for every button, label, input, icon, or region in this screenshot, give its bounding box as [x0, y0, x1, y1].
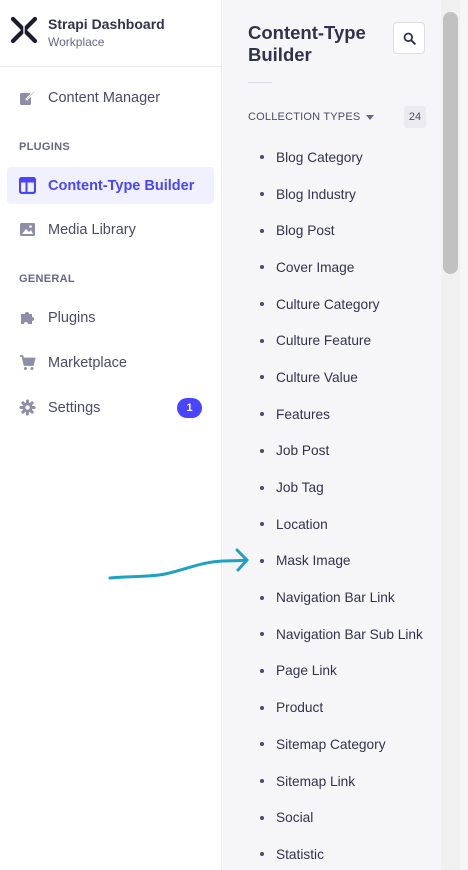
- collection-type-item[interactable]: Features: [260, 396, 440, 433]
- main-navigation: Strapi Dashboard Workplace Content Manag…: [0, 0, 222, 870]
- content-type-builder-subnav: Content-Type Builder COLLECTION TYPES 24…: [223, 0, 441, 870]
- collection-type-item[interactable]: Job Tag: [260, 469, 440, 506]
- nav-label: Settings: [48, 399, 101, 416]
- collection-type-label: Product: [276, 700, 324, 716]
- bullet-icon: [260, 338, 264, 343]
- collection-type-label: Culture Feature: [276, 333, 372, 349]
- annotation-arrow: [108, 548, 249, 580]
- collection-type-item[interactable]: Page Link: [260, 653, 440, 690]
- cart-icon: [19, 354, 36, 371]
- collection-type-item[interactable]: Sitemap Link: [260, 763, 440, 800]
- collection-count-badge: 24: [404, 106, 426, 128]
- collection-type-label: Social: [276, 810, 314, 826]
- collection-type-label: Job Tag: [276, 480, 324, 496]
- collection-type-label: Blog Category: [276, 149, 363, 165]
- collection-type-item[interactable]: Statistic: [260, 836, 440, 870]
- gear-icon: [19, 399, 36, 416]
- nav-item-content-manager[interactable]: Content Manager: [7, 79, 214, 116]
- brand-subtitle: Workplace: [48, 35, 105, 49]
- nav-label: Plugins: [48, 309, 96, 326]
- collection-type-label: Job Post: [276, 443, 330, 459]
- search-button[interactable]: [393, 22, 425, 54]
- bullet-icon: [260, 779, 264, 784]
- bullet-icon: [260, 155, 264, 160]
- collection-type-item[interactable]: Navigation Bar Sub Link: [260, 616, 440, 653]
- collection-type-item[interactable]: Blog Industry: [260, 176, 440, 213]
- bullet-icon: [260, 302, 264, 307]
- collection-type-label: Culture Category: [276, 296, 380, 312]
- collection-type-label: Culture Value: [276, 369, 358, 385]
- collection-type-item[interactable]: Sitemap Category: [260, 726, 440, 763]
- collection-types-list: Blog Category Blog Industry Blog Post Cover…: [260, 139, 440, 870]
- nav-item-plugins[interactable]: Plugins: [7, 299, 214, 336]
- pen-to-square-icon: [19, 89, 36, 106]
- brand-title: Strapi Dashboard: [48, 16, 165, 32]
- bullet-icon: [260, 595, 264, 600]
- settings-notification-badge: 1: [177, 398, 202, 418]
- nav-item-media-library[interactable]: Media Library: [7, 211, 214, 248]
- layout-icon: [19, 177, 36, 194]
- bullet-icon: [260, 448, 264, 453]
- section-label-general: GENERAL: [19, 273, 75, 285]
- page-edge: [460, 0, 468, 870]
- subnav-divider: [248, 82, 272, 83]
- collection-type-item[interactable]: Blog Post: [260, 212, 440, 249]
- collection-type-item[interactable]: Navigation Bar Link: [260, 579, 440, 616]
- puzzle-icon: [19, 309, 36, 326]
- search-icon: [403, 32, 416, 45]
- collection-type-label: Location: [276, 516, 328, 532]
- collection-type-label: Sitemap Link: [276, 773, 356, 789]
- image-icon: [19, 221, 36, 238]
- bullet-icon: [260, 815, 264, 820]
- strapi-logo: [10, 16, 38, 44]
- collection-type-item[interactable]: Culture Value: [260, 359, 440, 396]
- collection-type-item[interactable]: Culture Feature: [260, 322, 440, 359]
- bullet-icon: [260, 558, 264, 563]
- collection-type-label: Page Link: [276, 663, 337, 679]
- bullet-icon: [260, 228, 264, 233]
- collection-type-label: Mask Image: [276, 553, 351, 569]
- collection-type-label: Statistic: [276, 846, 324, 862]
- bullet-icon: [260, 522, 264, 527]
- nav-label: Content Manager: [48, 89, 161, 106]
- collection-type-label: Blog Post: [276, 223, 335, 239]
- collection-type-item[interactable]: Cover Image: [260, 249, 440, 286]
- caret-down-icon: [366, 114, 375, 120]
- subnav-title: Content-Type Builder: [248, 22, 366, 65]
- collection-types-toggle[interactable]: COLLECTION TYPES: [248, 111, 375, 123]
- collection-type-label: Navigation Bar Sub Link: [276, 626, 423, 642]
- section-label-plugins: PLUGINS: [19, 141, 70, 153]
- collection-type-item[interactable]: Location: [260, 506, 440, 543]
- bullet-icon: [260, 668, 264, 673]
- nav-label: Marketplace: [48, 354, 127, 371]
- bullet-icon: [260, 192, 264, 197]
- collection-type-label: Navigation Bar Link: [276, 590, 395, 606]
- collection-type-item[interactable]: Product: [260, 689, 440, 726]
- bullet-icon: [260, 485, 264, 490]
- collection-types-label: COLLECTION TYPES: [248, 111, 361, 123]
- bullet-icon: [260, 852, 264, 857]
- collection-type-item[interactable]: Mask Image: [260, 543, 440, 580]
- brand-header: Strapi Dashboard Workplace: [0, 0, 221, 67]
- collection-type-item[interactable]: Culture Category: [260, 286, 440, 323]
- scrollbar-thumb[interactable]: [443, 12, 458, 274]
- bullet-icon: [260, 742, 264, 747]
- collection-type-item[interactable]: Blog Category: [260, 139, 440, 176]
- collection-type-item[interactable]: Job Post: [260, 433, 440, 470]
- collection-type-label: Cover Image: [276, 259, 355, 275]
- collection-type-label: Blog Industry: [276, 186, 356, 202]
- collection-type-item[interactable]: Social: [260, 799, 440, 836]
- bullet-icon: [260, 265, 264, 270]
- nav-label: Media Library: [48, 221, 136, 238]
- nav-label: Content-Type Builder: [48, 177, 195, 194]
- nav-item-content-type-builder[interactable]: Content-Type Builder: [7, 167, 214, 204]
- bullet-icon: [260, 705, 264, 710]
- bullet-icon: [260, 412, 264, 417]
- nav-item-marketplace[interactable]: Marketplace: [7, 344, 214, 381]
- collection-type-label: Features: [276, 406, 331, 422]
- bullet-icon: [260, 632, 264, 637]
- collection-type-label: Sitemap Category: [276, 736, 386, 752]
- bullet-icon: [260, 375, 264, 380]
